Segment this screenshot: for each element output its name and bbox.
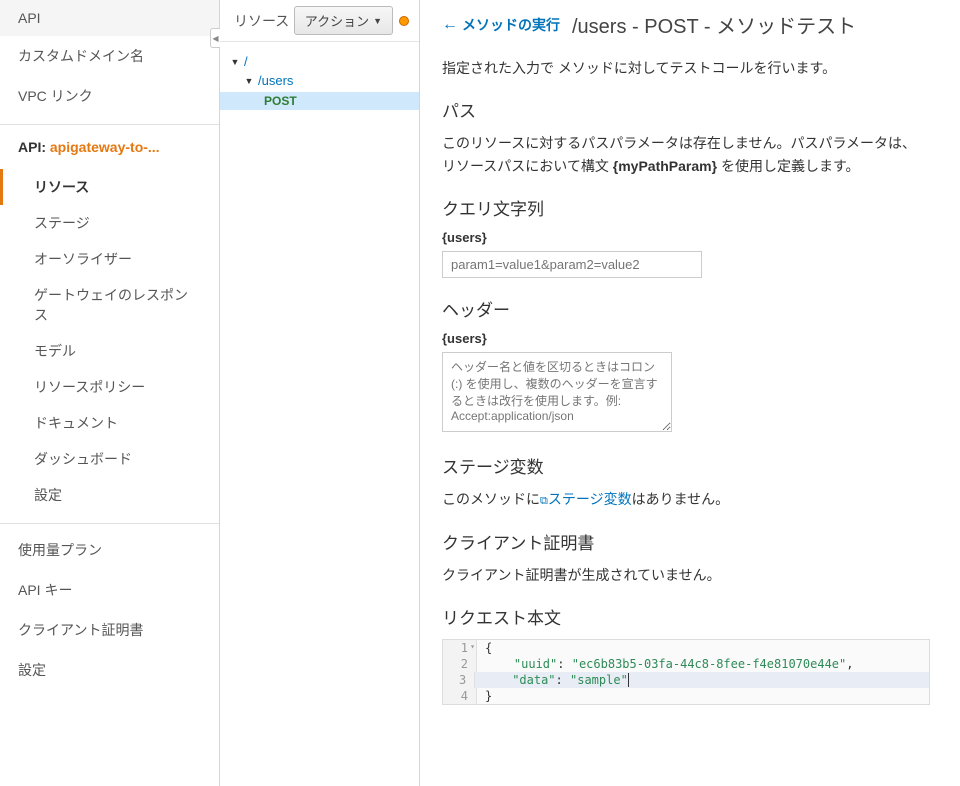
back-link[interactable]: ← メソッドの実行 bbox=[442, 15, 560, 35]
header-heading: ヘッダー bbox=[442, 296, 930, 321]
nav-client-certificates[interactable]: クライアント証明書 bbox=[0, 610, 219, 650]
nav-custom-domain[interactable]: カスタムドメイン名 bbox=[0, 36, 219, 76]
stage-variables-link[interactable]: ステージ変数 bbox=[548, 491, 632, 507]
path-description: このリソースに対するパスパラメータは存在しません。パスパラメータは、リソースパス… bbox=[442, 132, 930, 177]
main-content: ← メソッドの実行 /users - POST - メソッドテスト 指定された入… bbox=[420, 0, 960, 786]
divider bbox=[0, 523, 219, 524]
tree-toggle-icon[interactable]: ▼ bbox=[244, 76, 254, 86]
api-prefix: API: bbox=[18, 139, 50, 155]
tree-users[interactable]: ▼ /users bbox=[230, 71, 409, 90]
subnav-gateway-responses[interactable]: ゲートウェイのレスポンス bbox=[0, 277, 219, 333]
divider bbox=[0, 124, 219, 125]
tree-method-post[interactable]: POST bbox=[220, 92, 419, 110]
breadcrumb: ← メソッドの実行 /users - POST - メソッドテスト bbox=[442, 10, 930, 39]
request-body-editor[interactable]: 1▾{2 "uuid": "ec6b83b5-03fa-44c8-8fee-f4… bbox=[442, 639, 930, 705]
chevron-down-icon: ▼ bbox=[373, 16, 382, 26]
query-string-input[interactable] bbox=[442, 251, 702, 278]
actions-dropdown-button[interactable]: アクション ▼ bbox=[294, 6, 393, 35]
tree-root-label[interactable]: / bbox=[244, 54, 248, 69]
resource-panel-title: リソース bbox=[234, 11, 294, 31]
gutter: 2 bbox=[443, 656, 477, 672]
subnav-resources[interactable]: リソース bbox=[0, 169, 219, 205]
client-cert-description: クライアント証明書が生成されていません。 bbox=[442, 564, 930, 586]
back-link-label: メソッドの実行 bbox=[462, 15, 560, 35]
api-name-label: API: apigateway-to-... bbox=[0, 139, 219, 169]
query-heading: クエリ文字列 bbox=[442, 195, 930, 220]
subnav-settings[interactable]: 設定 bbox=[0, 477, 219, 513]
subnav-documentation[interactable]: ドキュメント bbox=[0, 405, 219, 441]
actions-label: アクション bbox=[305, 11, 369, 30]
tree-toggle-icon[interactable]: ▼ bbox=[230, 57, 240, 67]
tree-root[interactable]: ▼ / bbox=[230, 52, 409, 71]
stage-vars-heading: ステージ変数 bbox=[442, 453, 930, 478]
code-text[interactable]: "uuid": "ec6b83b5-03fa-44c8-8fee-f4e8107… bbox=[477, 656, 862, 672]
nav-vpc-link[interactable]: VPC リンク bbox=[0, 76, 219, 116]
external-link-icon: ⧉ bbox=[540, 495, 548, 507]
header-field-label: {users} bbox=[442, 331, 930, 346]
code-line[interactable]: 4} bbox=[443, 688, 929, 704]
page-title: /users - POST - メソッドテスト bbox=[572, 10, 856, 39]
subnav-resource-policy[interactable]: リソースポリシー bbox=[0, 369, 219, 405]
nav-settings[interactable]: 設定 bbox=[0, 650, 219, 690]
api-sub-nav: リソース ステージ オーソライザー ゲートウェイのレスポンス モデル リソースポ… bbox=[0, 169, 219, 513]
nav-api[interactable]: API bbox=[0, 0, 219, 36]
resource-tree: ▼ / ▼ /users POST bbox=[220, 42, 419, 120]
resource-panel-header: リソース アクション ▼ bbox=[220, 0, 419, 42]
subnav-authorizers[interactable]: オーソライザー bbox=[0, 241, 219, 277]
status-indicator-icon bbox=[399, 16, 409, 26]
left-sidebar: ◀ API カスタムドメイン名 VPC リンク API: apigateway-… bbox=[0, 0, 220, 786]
subnav-models[interactable]: モデル bbox=[0, 333, 219, 369]
api-name-value: apigateway-to-... bbox=[50, 139, 160, 155]
subnav-stages[interactable]: ステージ bbox=[0, 205, 219, 241]
resource-tree-panel: リソース アクション ▼ ▼ / ▼ /users POST bbox=[220, 0, 420, 786]
fold-icon[interactable]: ▾ bbox=[470, 642, 475, 651]
gutter: 3 bbox=[443, 672, 475, 688]
query-field-label: {users} bbox=[442, 230, 930, 245]
code-text[interactable]: { bbox=[477, 640, 500, 656]
subnav-dashboard[interactable]: ダッシュボード bbox=[0, 441, 219, 477]
code-line[interactable]: 2 "uuid": "ec6b83b5-03fa-44c8-8fee-f4e81… bbox=[443, 656, 929, 672]
intro-text: 指定された入力で メソッドに対してテストコールを行います。 bbox=[442, 57, 930, 79]
sidebar-collapse-handle[interactable]: ◀ bbox=[210, 28, 220, 48]
request-body-heading: リクエスト本文 bbox=[442, 604, 930, 629]
client-cert-heading: クライアント証明書 bbox=[442, 529, 930, 554]
nav-api-keys[interactable]: API キー bbox=[0, 570, 219, 610]
code-line[interactable]: 3 "data": "sample" bbox=[443, 672, 929, 688]
stage-vars-description: このメソッドに⧉ステージ変数はありません。 bbox=[442, 488, 930, 511]
code-line[interactable]: 1▾{ bbox=[443, 640, 929, 656]
gutter: 4 bbox=[443, 688, 477, 704]
gutter: 1▾ bbox=[443, 640, 477, 656]
arrow-left-icon: ← bbox=[442, 16, 458, 34]
tree-users-label[interactable]: /users bbox=[258, 73, 293, 88]
path-heading: パス bbox=[442, 97, 930, 122]
code-text[interactable]: "data": "sample" bbox=[475, 672, 929, 688]
code-text[interactable]: } bbox=[477, 688, 500, 704]
nav-usage-plans[interactable]: 使用量プラン bbox=[0, 530, 219, 570]
headers-textarea[interactable] bbox=[442, 352, 672, 432]
